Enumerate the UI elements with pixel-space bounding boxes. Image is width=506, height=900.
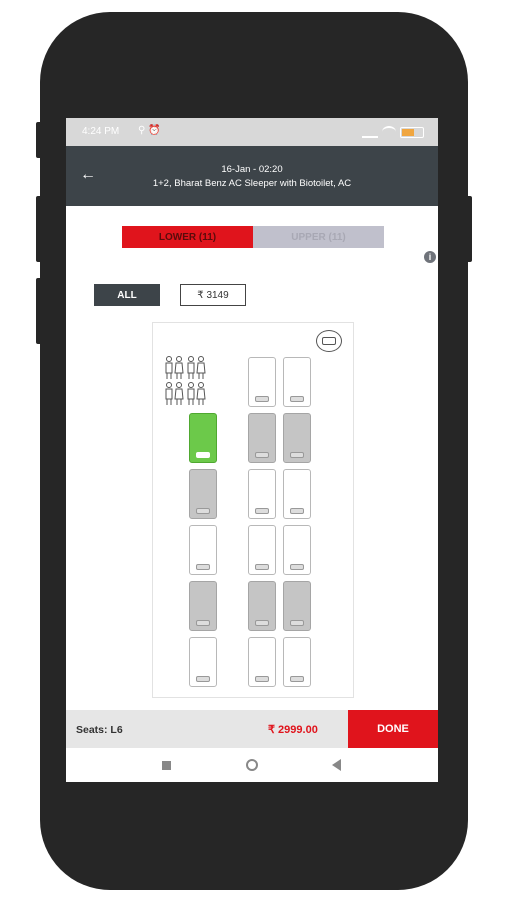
signal-icon (362, 127, 378, 138)
volume-button (36, 196, 42, 262)
trip-header: ← 16-Jan - 02:20 1+2, Bharat Benz AC Sle… (66, 146, 438, 206)
steering-wheel-icon (316, 330, 342, 352)
seat-r6c1[interactable] (189, 637, 217, 687)
status-right-icons (362, 126, 424, 138)
seat-r5c2[interactable] (248, 581, 276, 631)
washroom-icon (163, 355, 207, 407)
seat-r4c3[interactable] (283, 525, 311, 575)
tab-upper-deck[interactable]: UPPER (11) (253, 226, 384, 248)
seat-r1c3[interactable] (283, 357, 311, 407)
booking-summary-bar: Seats: L6 ₹ 2999.00 DONE (66, 710, 438, 748)
back-triangle-icon[interactable] (332, 759, 341, 771)
seat-r4c1[interactable] (189, 525, 217, 575)
seat-r3c3[interactable] (283, 469, 311, 519)
status-bar: 4:24 PM ⚲ ⏰ (66, 118, 438, 146)
seat-r1c2[interactable] (248, 357, 276, 407)
bus-description: 1+2, Bharat Benz AC Sleeper with Biotoil… (152, 178, 352, 189)
status-left-icons: ⚲ ⏰ (138, 125, 161, 136)
filter-price-button[interactable]: ₹ 3149 (180, 284, 246, 306)
volume-button (36, 122, 42, 158)
seat-r2c1[interactable] (189, 413, 217, 463)
trip-datetime: 16-Jan - 02:20 (221, 164, 283, 175)
deck-tabs: LOWER (11) UPPER (11) (122, 226, 384, 248)
app-screen: 4:24 PM ⚲ ⏰ ← 16-Jan - 02:20 1+2, Bharat… (66, 118, 438, 782)
filter-all-button[interactable]: ALL (94, 284, 160, 306)
recents-icon[interactable] (162, 761, 171, 770)
total-price: ₹ 2999.00 (268, 724, 318, 736)
wifi-icon (382, 126, 396, 138)
seat-r5c3[interactable] (283, 581, 311, 631)
info-icon[interactable]: i (424, 251, 436, 263)
seat-r4c2[interactable] (248, 525, 276, 575)
seat-r2c3[interactable] (283, 413, 311, 463)
seat-r6c2[interactable] (248, 637, 276, 687)
tab-lower-deck[interactable]: LOWER (11) (122, 226, 253, 248)
seat-r2c2[interactable] (248, 413, 276, 463)
battery-icon (400, 126, 424, 138)
status-time: 4:24 PM (82, 126, 120, 137)
seat-map (152, 322, 354, 698)
side-button (36, 278, 42, 344)
power-button (466, 196, 472, 262)
seat-r3c2[interactable] (248, 469, 276, 519)
seat-r6c3[interactable] (283, 637, 311, 687)
system-nav-bar (66, 748, 438, 782)
home-icon[interactable] (246, 759, 258, 771)
seat-r3c1[interactable] (189, 469, 217, 519)
selected-seats-label: Seats: L6 (76, 724, 123, 736)
done-button[interactable]: DONE (348, 710, 438, 748)
seat-r5c1[interactable] (189, 581, 217, 631)
